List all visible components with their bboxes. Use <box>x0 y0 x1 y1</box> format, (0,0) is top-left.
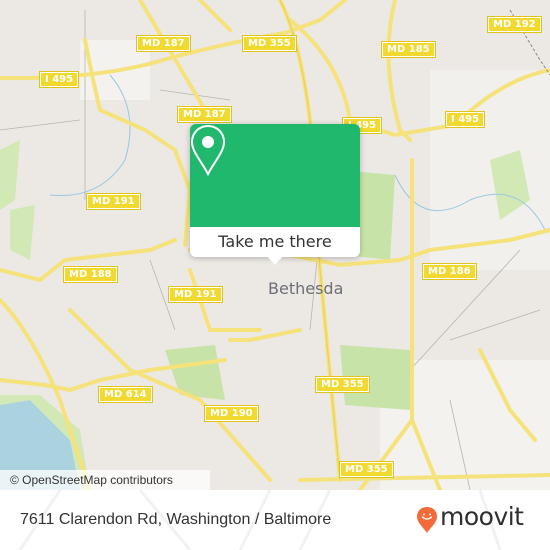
road-shield-md190: MD 190 <box>204 405 259 422</box>
map-attribution[interactable]: © OpenStreetMap contributors <box>0 470 210 490</box>
take-me-there-button[interactable]: Take me there <box>190 227 360 257</box>
road-shield-md355: MD 355 <box>315 376 370 393</box>
road-shield-md614: MD 614 <box>98 386 153 403</box>
location-popup[interactable]: Take me there <box>190 124 360 265</box>
road-shield-md191: MD 191 <box>86 193 141 210</box>
road-shield-md192: MD 192 <box>487 16 542 33</box>
road-shield-md191: MD 191 <box>168 286 223 303</box>
road-shield-i495: I 495 <box>38 71 80 88</box>
map-pin-icon <box>190 124 226 176</box>
moovit-brand-text: moovit <box>440 502 524 531</box>
address-label: 7611 Clarendon Rd, Washington / Baltimor… <box>20 511 332 528</box>
road-shield-md355: MD 355 <box>242 35 297 52</box>
park-area <box>165 345 225 400</box>
footer: 7611 Clarendon Rd, Washington / Baltimor… <box>0 490 550 550</box>
popup-tail <box>266 255 284 265</box>
map-view[interactable]: MD 187 MD 355 MD 185 MD 192 I 495 MD 187… <box>0 0 550 490</box>
popup-header <box>190 124 360 227</box>
road-shield-md188: MD 188 <box>63 266 118 283</box>
place-label-bethesda: Bethesda <box>268 279 344 298</box>
road-shield-md187: MD 187 <box>136 35 191 52</box>
road-shield-i495: I 495 <box>444 111 486 128</box>
park-area <box>0 140 20 210</box>
road-shield-md185: MD 185 <box>381 41 436 58</box>
road-shield-md355: MD 355 <box>339 461 394 478</box>
road-shield-md187: MD 187 <box>177 106 232 123</box>
park-area <box>10 205 35 260</box>
moovit-pin-icon <box>417 507 437 533</box>
road-shield-md186: MD 186 <box>422 263 477 280</box>
